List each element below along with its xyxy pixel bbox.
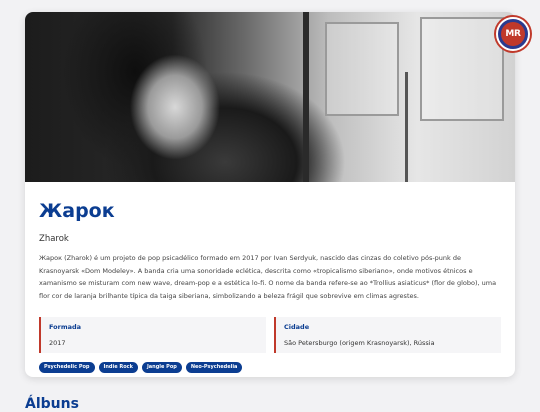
site-logo-inner: MR: [501, 22, 525, 46]
fact-city-label: Cidade: [284, 323, 310, 331]
genre-tags: Psychedelic Pop Indie Rock Jangle Pop Ne…: [39, 362, 243, 373]
site-logo-badge[interactable]: MR: [496, 17, 530, 51]
fact-formed-value: 2017: [49, 339, 66, 347]
fact-city: Cidade São Petersburgo (origem Krasnoyar…: [274, 317, 501, 353]
genre-tag[interactable]: Psychedelic Pop: [39, 362, 95, 373]
facts-row: Formada 2017 Cidade São Petersburgo (ori…: [39, 317, 501, 353]
genre-tag[interactable]: Jangle Pop: [141, 362, 182, 373]
artist-description: Жарок (Zharok) é um projeto de pop psica…: [39, 254, 497, 300]
artist-card: Жарок Zharok Жарок (Zharok) é um projeto…: [25, 12, 515, 377]
albums-section-title: Álbuns: [25, 396, 79, 412]
fact-formed-label: Formada: [49, 323, 82, 331]
artist-latin-name: Zharok: [39, 234, 69, 244]
fact-formed: Formada 2017: [39, 317, 266, 353]
artist-name: Жарок: [39, 200, 115, 222]
artist-photo: [25, 12, 515, 182]
genre-tag[interactable]: Neo-Psychedelia: [185, 362, 243, 373]
fact-city-value: São Petersburgo (origem Krasnoyarsk), Rú…: [284, 339, 435, 347]
genre-tag[interactable]: Indie Rock: [98, 362, 138, 373]
